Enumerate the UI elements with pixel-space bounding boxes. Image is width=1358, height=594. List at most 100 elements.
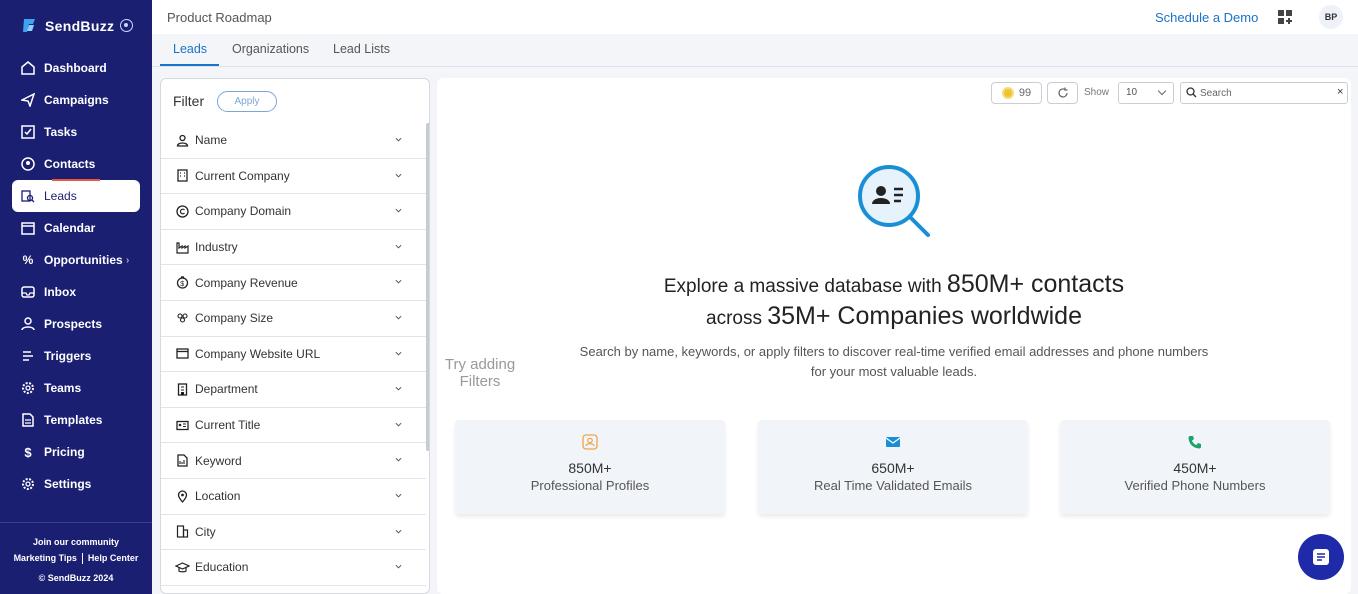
id-card-icon: [174, 417, 190, 433]
refresh-icon: [1057, 87, 1068, 98]
stat-label: Verified Phone Numbers: [1124, 478, 1266, 493]
community-link[interactable]: Join our community: [0, 537, 152, 547]
filter-label: Company Website URL: [195, 346, 321, 361]
stat-card-emails: 650M+ Real Time Validated Emails: [758, 420, 1028, 514]
credits-count: 99: [1018, 87, 1032, 99]
sidebar-item-label: Pricing: [44, 445, 85, 459]
sidebar-item-label: Contacts: [44, 157, 96, 171]
keyword-icon: [174, 453, 190, 469]
hero-headline-line1: Explore a massive database with 850M+ co…: [437, 270, 1351, 299]
filter-row-company-domain[interactable]: Company Domain: [161, 194, 426, 230]
sidebar-item-label: Leads: [44, 189, 77, 203]
dollar-icon: $: [24, 444, 32, 460]
brand-name: SendBuzz: [45, 17, 115, 34]
clear-search-icon[interactable]: ×: [1337, 86, 1343, 98]
search-input[interactable]: [1200, 85, 1330, 101]
svg-text:$: $: [180, 281, 184, 288]
filter-label: Current Company: [195, 168, 290, 183]
sidebar-item-pricing[interactable]: $ Pricing: [0, 436, 152, 468]
percent-icon: %: [22, 253, 34, 267]
help-center-link[interactable]: Help Center: [88, 553, 139, 563]
page-size-select[interactable]: 10: [1118, 82, 1174, 104]
filter-row-industry[interactable]: Industry: [161, 230, 426, 266]
apps-grid-icon[interactable]: [1277, 9, 1293, 25]
chat-button[interactable]: [1298, 534, 1344, 580]
hero-headline-line2: across 35M+ Companies worldwide: [437, 302, 1351, 331]
sidebar-item-opportunities[interactable]: % Opportunities ›: [0, 244, 152, 276]
filter-row-company-revenue[interactable]: $ Company Revenue: [161, 265, 426, 301]
phone-icon: [1188, 436, 1201, 449]
chevron-down-icon: [1157, 86, 1167, 96]
filter-row-current-company[interactable]: Current Company: [161, 159, 426, 195]
chat-icon: [1313, 549, 1329, 565]
filter-label: Department: [195, 382, 258, 397]
stat-value: 650M+: [871, 460, 915, 476]
sidebar-item-inbox[interactable]: Inbox: [0, 276, 152, 308]
copyright: © SendBuzz 2024: [38, 573, 114, 584]
page-title: Product Roadmap: [167, 10, 272, 25]
tab-organizations[interactable]: Organizations: [232, 42, 309, 56]
brand[interactable]: SendBuzz: [22, 17, 114, 34]
sidebar-item-leads[interactable]: Leads: [12, 179, 140, 212]
search-box: ×: [1180, 82, 1348, 104]
apply-button[interactable]: Apply: [217, 91, 277, 112]
sidebar-item-calendar[interactable]: Calendar: [0, 212, 152, 244]
industry-icon: [174, 239, 190, 255]
chevron-down-icon: [395, 493, 402, 498]
tab-lead-lists[interactable]: Lead Lists: [333, 42, 390, 56]
sidebar-item-templates[interactable]: Templates: [0, 404, 152, 436]
tab-leads[interactable]: Leads: [173, 42, 207, 56]
filter-row-company-website-url[interactable]: Company Website URL: [161, 337, 426, 373]
filter-row-city[interactable]: City: [161, 515, 426, 551]
filter-label: Company Domain: [195, 204, 292, 219]
filter-row-education[interactable]: Education: [161, 550, 426, 586]
filter-label: Education: [195, 560, 249, 575]
sidebar-item-teams[interactable]: Teams: [0, 372, 152, 404]
send-icon: [20, 92, 36, 108]
sidebar-item-campaigns[interactable]: Campaigns: [0, 84, 152, 116]
person-icon: [174, 132, 190, 148]
calendar-icon: [20, 220, 36, 236]
sidebar-item-label: Opportunities: [44, 253, 123, 267]
city-icon: [174, 524, 190, 540]
filter-row-current-title[interactable]: Current Title: [161, 408, 426, 444]
settings-icon: [20, 476, 36, 492]
filter-row-department[interactable]: Department: [161, 372, 426, 408]
filter-scrollbar[interactable]: [426, 123, 429, 451]
sidebar-item-prospects[interactable]: Prospects: [0, 308, 152, 340]
hero-highlight: 850M+ contacts: [946, 270, 1125, 298]
filter-title: Filter: [173, 93, 205, 109]
sidebar-item-dashboard[interactable]: Dashboard: [0, 52, 152, 84]
chevron-down-icon: [395, 315, 402, 320]
home-icon: [20, 60, 36, 76]
filter-row-company-size[interactable]: Company Size: [161, 301, 426, 337]
filter-row-location[interactable]: Location: [161, 479, 426, 515]
sidebar-item-label: Tasks: [44, 125, 78, 139]
refresh-button[interactable]: [1047, 82, 1078, 104]
sidebar-item-settings[interactable]: Settings: [0, 468, 152, 500]
sidebar-item-contacts[interactable]: Contacts: [0, 148, 152, 180]
schedule-demo-link[interactable]: Schedule a Demo: [1155, 10, 1258, 25]
filter-row-keyword[interactable]: Keyword: [161, 443, 426, 479]
department-icon: [174, 381, 190, 397]
filter-label: Company Size: [195, 311, 274, 326]
avatar[interactable]: BP: [1319, 5, 1343, 29]
sidebar-footer: Join our community Marketing Tips Help Ce…: [0, 522, 152, 589]
chevron-down-icon: [395, 137, 402, 142]
revenue-icon: $: [174, 275, 190, 291]
sidebar-item-triggers[interactable]: Triggers: [0, 340, 152, 372]
sidebar-item-label: Prospects: [44, 317, 103, 331]
stat-value: 850M+: [568, 460, 612, 476]
marketing-tips-link[interactable]: Marketing Tips: [14, 553, 77, 563]
brand-settings-icon[interactable]: [120, 19, 133, 32]
chevron-down-icon: [395, 280, 402, 284]
sidebar-item-tasks[interactable]: Tasks: [0, 116, 152, 148]
hero-text: across: [706, 308, 768, 329]
location-pin-icon: [174, 488, 190, 504]
chevron-down-icon: [395, 458, 402, 462]
browser-icon: [174, 346, 190, 362]
coin-icon: [1001, 87, 1014, 99]
chevron-down-icon: [395, 529, 402, 534]
filter-label: Current Title: [195, 418, 261, 433]
filter-row-name[interactable]: Name: [161, 123, 426, 159]
